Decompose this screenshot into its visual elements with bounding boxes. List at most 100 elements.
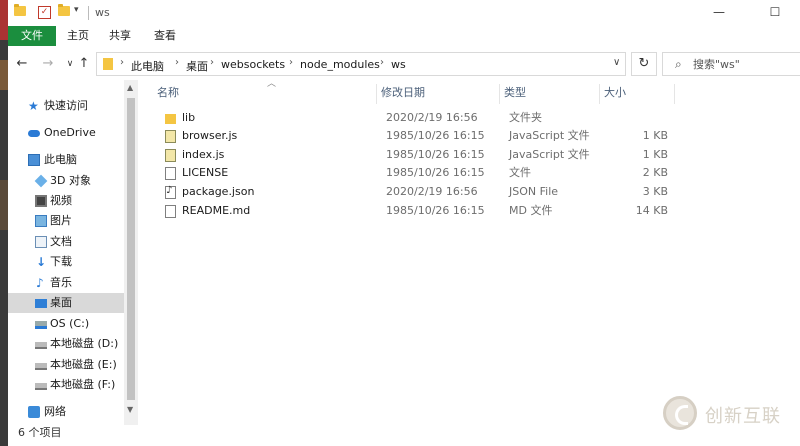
watermark-text: 创新互联 xyxy=(705,406,781,427)
breadcrumb-node-modules[interactable]: node_modules xyxy=(300,58,380,71)
nav-item-drive-d[interactable]: 本地磁盘 (D:) xyxy=(8,334,124,354)
nav-label: 桌面 xyxy=(50,296,72,309)
nav-label: 文档 xyxy=(50,235,72,248)
nav-label: 音乐 xyxy=(50,276,72,289)
nav-item-3d-objects[interactable]: 3D 对象 xyxy=(8,171,124,191)
column-divider[interactable] xyxy=(376,84,377,104)
nav-label: 本地磁盘 (E:) xyxy=(50,358,117,371)
search-icon: ⌕ xyxy=(675,57,682,71)
nav-item-this-pc[interactable]: 此电脑 xyxy=(8,150,124,170)
file-type: JavaScript 文件 xyxy=(509,148,590,161)
pictures-icon xyxy=(35,215,47,227)
column-divider[interactable] xyxy=(499,84,500,104)
breadcrumb-this-pc[interactable]: 此电脑 xyxy=(131,58,164,74)
file-modified: 2020/2/19 16:56 xyxy=(386,185,478,198)
nav-item-videos[interactable]: 视频 xyxy=(8,191,124,211)
nav-item-os-c[interactable]: OS (C:) xyxy=(8,314,124,334)
chevron-right-icon[interactable]: › xyxy=(175,57,179,68)
scrollbar-thumb[interactable] xyxy=(127,98,135,400)
properties-check-icon[interactable]: ✓ xyxy=(38,6,51,20)
file-modified: 1985/10/26 16:15 xyxy=(386,166,485,179)
nav-item-downloads[interactable]: ↓ 下载 xyxy=(8,252,124,272)
breadcrumb-desktop[interactable]: 桌面 xyxy=(186,58,208,74)
scroll-up-icon[interactable]: ▲ xyxy=(127,83,133,92)
nav-item-onedrive[interactable]: OneDrive xyxy=(8,123,124,143)
file-size: 2 KB xyxy=(642,166,668,179)
forward-arrow-icon[interactable]: → xyxy=(40,56,56,72)
nav-item-drive-e[interactable]: 本地磁盘 (E:) xyxy=(8,355,124,375)
column-divider[interactable] xyxy=(599,84,600,104)
file-name: README.md xyxy=(182,204,251,217)
file-row[interactable]: LICENSE 1985/10/26 16:15 文件 2 KB xyxy=(154,164,674,182)
chevron-down-icon[interactable]: ∨ xyxy=(613,57,620,68)
address-row: ← → ∨ ↑ › 此电脑 › 桌面 › websockets › node_m… xyxy=(8,50,800,78)
file-row[interactable]: browser.js 1985/10/26 16:15 JavaScript 文… xyxy=(154,127,674,145)
nav-label: 视频 xyxy=(50,194,72,207)
nav-label: 此电脑 xyxy=(44,153,77,166)
column-divider[interactable] xyxy=(674,84,675,104)
column-header-type[interactable]: 类型 xyxy=(504,82,526,104)
tab-view[interactable]: 查看 xyxy=(143,26,187,46)
file-icon xyxy=(165,167,176,180)
search-box[interactable]: ⌕ xyxy=(662,52,800,76)
nav-label: 图片 xyxy=(50,214,72,227)
refresh-button[interactable]: ↻ xyxy=(631,52,657,76)
file-row[interactable]: index.js 1985/10/26 16:15 JavaScript 文件 … xyxy=(154,146,674,164)
star-icon: ★ xyxy=(28,99,39,113)
customize-toolbar-icon[interactable]: ▾ xyxy=(74,5,79,19)
nav-item-desktop[interactable]: 桌面 xyxy=(8,293,124,313)
nav-item-quick-access[interactable]: ★ 快速访问 xyxy=(8,96,124,116)
chevron-right-icon[interactable]: › xyxy=(289,57,293,68)
tab-file[interactable]: 文件 xyxy=(8,26,56,46)
minimize-button[interactable]: — xyxy=(711,4,727,20)
file-name: browser.js xyxy=(182,129,238,142)
nav-item-network[interactable]: 网络 xyxy=(8,402,124,422)
music-icon: ♪ xyxy=(36,276,44,290)
nav-item-pictures[interactable]: 图片 xyxy=(8,211,124,231)
tab-share[interactable]: 共享 xyxy=(98,26,142,46)
file-modified: 1985/10/26 16:15 xyxy=(386,129,485,142)
file-type: 文件 xyxy=(509,166,531,179)
file-size: 3 KB xyxy=(642,185,668,198)
title-bar: ✓ ▾ ws — ☐ xyxy=(8,0,800,26)
file-modified: 1985/10/26 16:15 xyxy=(386,204,485,217)
background-edge xyxy=(0,0,8,446)
scroll-down-icon[interactable]: ▼ xyxy=(127,405,133,414)
new-folder-icon[interactable] xyxy=(58,4,70,20)
js-file-icon xyxy=(165,149,176,162)
file-name: package.json xyxy=(182,185,255,198)
file-name: lib xyxy=(182,111,196,124)
file-row[interactable]: lib 2020/2/19 16:56 文件夹 xyxy=(154,109,674,127)
chevron-right-icon[interactable]: › xyxy=(210,57,214,68)
file-type: MD 文件 xyxy=(509,204,553,217)
nav-label: OneDrive xyxy=(44,126,96,139)
nav-label: 下载 xyxy=(50,255,72,268)
search-input[interactable] xyxy=(693,56,793,72)
folder-icon xyxy=(14,4,26,20)
watermark-logo xyxy=(663,396,697,430)
nav-item-documents[interactable]: 文档 xyxy=(8,232,124,252)
nav-scrollbar[interactable]: ▲ ▼ xyxy=(124,80,138,425)
breadcrumb-websockets[interactable]: websockets xyxy=(221,58,285,71)
chevron-right-icon[interactable]: › xyxy=(380,57,384,68)
up-arrow-icon[interactable]: ↑ xyxy=(76,56,92,72)
breadcrumb-ws[interactable]: ws xyxy=(391,58,406,71)
back-arrow-icon[interactable]: ← xyxy=(14,56,30,72)
ribbon-tabs: 文件 主页 共享 查看 xyxy=(8,26,800,46)
file-modified: 1985/10/26 16:15 xyxy=(386,148,485,161)
nav-item-music[interactable]: ♪ 音乐 xyxy=(8,273,124,293)
drive-icon xyxy=(35,383,47,390)
chevron-right-icon[interactable]: › xyxy=(120,57,124,68)
column-header-name[interactable]: 名称 xyxy=(157,82,179,104)
address-bar[interactable]: › 此电脑 › 桌面 › websockets › node_modules ›… xyxy=(96,52,626,76)
column-header-modified[interactable]: 修改日期 xyxy=(381,82,425,104)
file-size xyxy=(618,109,668,127)
nav-item-drive-f[interactable]: 本地磁盘 (F:) xyxy=(8,375,124,395)
file-row[interactable]: package.json 2020/2/19 16:56 JSON File 3… xyxy=(154,183,674,201)
nav-label: 本地磁盘 (D:) xyxy=(50,337,119,350)
js-file-icon xyxy=(165,130,176,143)
tab-home[interactable]: 主页 xyxy=(56,26,100,46)
column-header-size[interactable]: 大小 xyxy=(604,82,626,104)
file-row[interactable]: README.md 1985/10/26 16:15 MD 文件 14 KB xyxy=(154,202,674,220)
maximize-button[interactable]: ☐ xyxy=(767,4,783,20)
